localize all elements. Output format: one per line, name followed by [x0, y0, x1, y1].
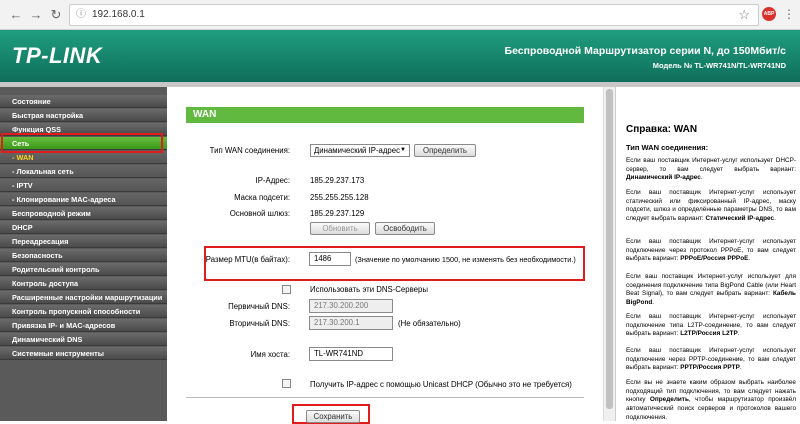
- help-paragraph-static: Если ваш поставщик Интернет-услуг исполь…: [626, 189, 796, 223]
- detect-button[interactable]: Определить: [414, 144, 476, 157]
- secondary-dns-label: Вторичный DNS:: [229, 319, 290, 328]
- sidebar-item-parental-control[interactable]: Родительский контроль: [0, 263, 167, 276]
- sidebar-item-lan[interactable]: - Локальная сеть: [0, 165, 167, 178]
- mtu-hint: (Значение по умолчанию 1500, не изменять…: [355, 255, 576, 264]
- ip-value: 185.29.237.173: [310, 176, 365, 185]
- use-dns-checkbox[interactable]: [282, 285, 291, 294]
- release-button[interactable]: Освободить: [375, 222, 435, 235]
- optional-note: (Не обязательно): [398, 319, 461, 328]
- header-model: Модель № TL-WR741N/TL-WR741ND: [652, 61, 786, 70]
- secondary-dns-input[interactable]: 217.30.200.1: [309, 316, 393, 330]
- mtu-label: Размер MTU(в байтах):: [205, 255, 290, 264]
- section-header-bar: [186, 107, 584, 123]
- sidebar-item-system-tools[interactable]: Системные инструменты: [0, 347, 167, 360]
- sidebar-item-bandwidth[interactable]: Контроль пропускной способности: [0, 305, 167, 318]
- main-scrollbar[interactable]: [603, 87, 615, 421]
- primary-dns-input[interactable]: 217.30.200.200: [309, 299, 393, 313]
- subnet-mask-label: Маска подсети:: [234, 193, 290, 202]
- unicast-dhcp-label: Получить IP-адрес с помощью Unicast DHCP…: [310, 380, 572, 389]
- reload-icon[interactable]: ↻: [48, 7, 64, 23]
- tp-link-logo: TP-LINK: [12, 43, 103, 68]
- help-paragraph-dynamic: Если ваш поставщик Интернет-услуг исполь…: [626, 157, 796, 182]
- highlight-network: [1, 133, 163, 153]
- primary-dns-label: Первичный DNS:: [228, 302, 290, 311]
- help-paragraph-bigpond: Если ваш поставщик Интернет-услуг исполь…: [626, 273, 796, 307]
- sidebar-item-iptv[interactable]: - IPTV: [0, 179, 167, 192]
- router-header: TP-LINK Беспроводной Маршрутизатор серии…: [0, 30, 800, 82]
- dropdown-arrow-icon: ▼: [400, 147, 406, 153]
- hostname-label: Имя хоста:: [250, 350, 290, 359]
- sidebar-item-access-control[interactable]: Контроль доступа: [0, 277, 167, 290]
- hostname-input[interactable]: TL-WR741ND: [309, 347, 393, 361]
- sidebar-item-security[interactable]: Безопасность: [0, 249, 167, 262]
- section-title: WAN: [193, 109, 217, 120]
- sidebar-item-wireless[interactable]: Беспроводной режим: [0, 207, 167, 220]
- help-title: Справка: WAN: [626, 124, 698, 135]
- help-paragraph-l2tp: Если ваш поставщик Интернет-услуг исполь…: [626, 313, 796, 338]
- url-text[interactable]: 192.168.0.1: [92, 9, 145, 20]
- ip-label: IP-Адрес:: [255, 176, 290, 185]
- wan-type-value: Динамический IP-адрес: [314, 146, 400, 155]
- mtu-input[interactable]: 1486: [309, 252, 351, 266]
- gateway-label: Основной шлюз:: [229, 209, 290, 218]
- sidebar-item-mac-clone[interactable]: - Клонирование MAC-адреса: [0, 193, 167, 206]
- sidebar-item-ip-mac-binding[interactable]: Привязка IP- и MAC-адресов: [0, 319, 167, 332]
- save-button[interactable]: Сохранить: [306, 410, 360, 423]
- address-bar[interactable]: ⓘ 192.168.0.1 ☆: [69, 4, 759, 26]
- sidebar-item-dhcp[interactable]: DHCP: [0, 221, 167, 234]
- header-title: Беспроводной Маршрутизатор серии N, до 1…: [504, 45, 786, 57]
- page-info-icon[interactable]: ⓘ: [76, 9, 88, 21]
- wan-type-label: Тип WAN соединения:: [209, 146, 290, 155]
- scrollbar-thumb[interactable]: [606, 89, 613, 409]
- sidebar-item-ddns[interactable]: Динамический DNS: [0, 333, 167, 346]
- adblock-extension-icon[interactable]: ABP: [762, 7, 776, 21]
- browser-menu-icon[interactable]: ⋮: [783, 6, 795, 22]
- help-paragraph-detect: Если вы не знаете каким образом выбрать …: [626, 379, 797, 421]
- help-paragraph-pppoe: Если ваш поставщик Интернет-услуг исполь…: [626, 238, 796, 263]
- subnet-mask-value: 255.255.255.128: [310, 193, 369, 202]
- renew-button[interactable]: Обновить: [310, 222, 370, 235]
- help-subtitle: Тип WAN соединения:: [626, 143, 709, 152]
- unicast-dhcp-checkbox[interactable]: [282, 379, 291, 388]
- sidebar-item-quick-setup[interactable]: Быстрая настройка: [0, 109, 167, 122]
- forward-icon[interactable]: →: [28, 7, 44, 23]
- sidebar-item-status[interactable]: Состояние: [0, 95, 167, 108]
- help-panel: Справка: WAN Тип WAN соединения: Если ва…: [615, 87, 800, 421]
- gateway-value: 185.29.237.129: [310, 209, 365, 218]
- bookmark-star-icon[interactable]: ☆: [738, 7, 750, 23]
- browser-toolbar: ← → ↻ ⓘ 192.168.0.1 ☆ ABP ⋮: [0, 0, 800, 30]
- wan-type-select[interactable]: Динамический IP-адрес ▼: [310, 144, 410, 157]
- use-dns-label: Использовать эти DNS-Серверы: [310, 285, 428, 294]
- back-icon[interactable]: ←: [8, 7, 24, 23]
- help-paragraph-pptp: Если ваш поставщик Интернет-услуг исполь…: [626, 347, 796, 372]
- form-divider: [186, 397, 584, 398]
- sidebar-item-forwarding[interactable]: Переадресация: [0, 235, 167, 248]
- sidebar-item-routing[interactable]: Расширенные настройки маршрутизации: [0, 291, 167, 304]
